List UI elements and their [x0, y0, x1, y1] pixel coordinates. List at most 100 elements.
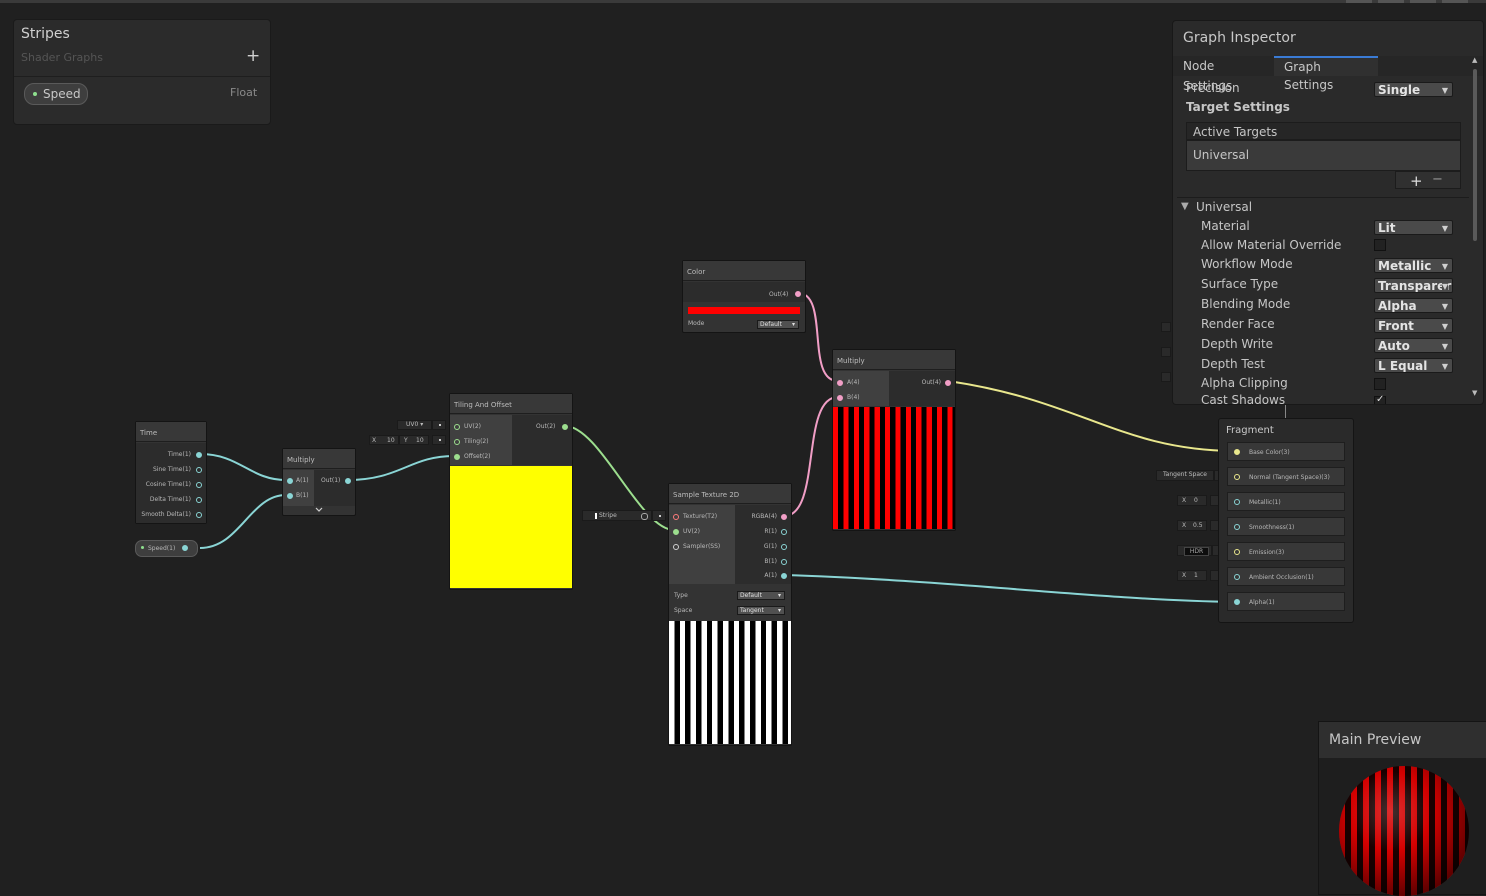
- remove-target-button[interactable]: −: [1432, 172, 1443, 187]
- add-target-button[interactable]: +: [1410, 172, 1423, 190]
- fragment-block[interactable]: Fragment Base Color(3) Normal (Tangent S…: [1218, 418, 1354, 623]
- output-port[interactable]: [795, 291, 801, 297]
- uv-channel-dropdown[interactable]: UV0 ▾: [397, 420, 432, 430]
- texture-object-field[interactable]: Stripe: [582, 510, 652, 521]
- sample-texture-2d-node[interactable]: Sample Texture 2D Texture(T2) UV(2) Samp…: [668, 483, 792, 746]
- tiling-x-field[interactable]: X 10: [369, 435, 399, 445]
- fragment-slot-alpha[interactable]: Alpha(1): [1227, 592, 1345, 611]
- input-port[interactable]: [287, 493, 293, 499]
- input-port[interactable]: [837, 380, 843, 386]
- input-port[interactable]: [1234, 474, 1240, 480]
- material-dropdown[interactable]: Lit ▼: [1374, 220, 1453, 235]
- normal-space-field[interactable]: Tangent Space: [1156, 470, 1214, 481]
- input-port[interactable]: [673, 514, 679, 520]
- output-port[interactable]: [182, 545, 188, 551]
- output-port[interactable]: [196, 467, 202, 473]
- scroll-down-icon[interactable]: ▼: [1472, 389, 1477, 397]
- ambient-occlusion-field[interactable]: X1: [1177, 570, 1207, 581]
- port-label: Cosine Time(1): [145, 481, 191, 488]
- chevron-down-icon[interactable]: [315, 507, 323, 513]
- input-port[interactable]: [1234, 599, 1240, 605]
- inspector-scrollbar[interactable]: ▲ ▼: [1471, 56, 1479, 399]
- input-port[interactable]: [1234, 574, 1240, 580]
- scrollbar-thumb[interactable]: [1473, 69, 1477, 241]
- dropdown-value: Lit: [1378, 221, 1396, 235]
- input-port[interactable]: [454, 424, 460, 430]
- input-port[interactable]: [287, 478, 293, 484]
- surface-type-dropdown[interactable]: Transparer ▼: [1374, 278, 1453, 293]
- allow-material-override-checkbox[interactable]: [1374, 239, 1386, 251]
- input-port[interactable]: [454, 439, 460, 445]
- hdr-color-swatch[interactable]: HDR: [1184, 547, 1209, 556]
- output-port[interactable]: [196, 482, 202, 488]
- fragment-slot-metallic[interactable]: Metallic(1): [1227, 492, 1345, 511]
- input-port[interactable]: [1234, 549, 1240, 555]
- target-settings-heading: Target Settings: [1186, 100, 1290, 114]
- input-port[interactable]: [1234, 524, 1240, 530]
- universal-section-label[interactable]: Universal: [1196, 200, 1252, 214]
- input-port[interactable]: [837, 395, 843, 401]
- depth-write-dropdown[interactable]: Auto ▼: [1374, 338, 1453, 353]
- mode-dropdown[interactable]: Default ▾: [757, 320, 799, 329]
- output-port[interactable]: [781, 514, 787, 520]
- space-dropdown[interactable]: Tangent ▾: [737, 606, 785, 615]
- output-port[interactable]: [945, 380, 951, 386]
- input-column: [283, 470, 314, 506]
- speed-property-node[interactable]: Speed(1): [135, 540, 198, 557]
- active-target-item[interactable]: Universal: [1186, 140, 1461, 171]
- property-name: Speed: [43, 87, 81, 101]
- fragment-slot-ambient-occlusion[interactable]: Ambient Occlusion(1): [1227, 567, 1345, 586]
- render-face-dropdown[interactable]: Front ▼: [1374, 318, 1453, 333]
- input-port[interactable]: [1234, 499, 1240, 505]
- workflow-mode-dropdown[interactable]: Metallic ▼: [1374, 258, 1453, 273]
- alpha-clipping-checkbox[interactable]: [1374, 378, 1386, 390]
- output-port[interactable]: [196, 512, 202, 518]
- output-port[interactable]: [196, 497, 202, 503]
- object-picker-icon[interactable]: [641, 513, 648, 520]
- input-port[interactable]: [454, 454, 460, 460]
- color-swatch[interactable]: [688, 307, 800, 314]
- fragment-slot-smoothness[interactable]: Smoothness(1): [1227, 517, 1345, 536]
- property-type: Float: [230, 86, 258, 99]
- output-port[interactable]: [562, 424, 568, 430]
- output-port[interactable]: [781, 559, 787, 565]
- input-port[interactable]: [673, 529, 679, 535]
- input-port[interactable]: [1234, 449, 1240, 455]
- scroll-up-icon[interactable]: ▲: [1472, 56, 1477, 64]
- output-port[interactable]: [781, 529, 787, 535]
- output-port[interactable]: [781, 544, 787, 550]
- output-port[interactable]: [781, 573, 787, 579]
- input-port[interactable]: [673, 544, 679, 550]
- exposed-dot-icon: [33, 92, 37, 96]
- main-preview-panel[interactable]: Main Preview: [1318, 721, 1486, 896]
- dropdown-value: Alpha: [1378, 299, 1417, 313]
- fragment-slot-emission[interactable]: Emission(3): [1227, 542, 1345, 561]
- tab-graph-settings[interactable]: Graph Settings: [1274, 56, 1378, 92]
- fragment-slot-normal[interactable]: Normal (Tangent Space)(3): [1227, 467, 1345, 486]
- precision-dropdown[interactable]: Single ▼: [1374, 82, 1453, 97]
- tab-node-settings[interactable]: Node Settings: [1173, 56, 1273, 93]
- depth-test-dropdown[interactable]: L Equal ▼: [1374, 358, 1453, 373]
- time-node[interactable]: Time Time(1) Sine Time(1) Cosine Time(1)…: [135, 421, 207, 524]
- foldout-arrow-icon[interactable]: ▼: [1181, 201, 1189, 212]
- metallic-field[interactable]: X0: [1177, 495, 1207, 506]
- emission-field[interactable]: HDR: [1177, 545, 1212, 556]
- port-label: G(1): [763, 543, 777, 550]
- node-preview-image: [669, 621, 791, 744]
- property-pill-speed[interactable]: Speed: [24, 83, 88, 105]
- tiling-and-offset-node[interactable]: Tiling And Offset UV(2) Tiling(2) Offset…: [449, 393, 573, 590]
- output-port[interactable]: [345, 478, 351, 484]
- color-node[interactable]: Color Out(4) Mode Default ▾: [682, 260, 806, 333]
- slot-label: Base Color(3): [1249, 449, 1290, 456]
- cast-shadows-checkbox[interactable]: ✓: [1374, 394, 1386, 404]
- type-dropdown[interactable]: Default ▾: [737, 591, 785, 600]
- smoothness-field[interactable]: X 0.5: [1177, 520, 1207, 531]
- output-port[interactable]: [196, 452, 202, 458]
- tiling-y-field[interactable]: Y 10: [399, 435, 429, 445]
- add-property-button[interactable]: +: [246, 46, 260, 66]
- multiply-node[interactable]: Multiply A(1) B(1) Out(1): [282, 448, 356, 516]
- fragment-slot-base-color[interactable]: Base Color(3): [1227, 442, 1345, 461]
- blending-mode-dropdown[interactable]: Alpha ▼: [1374, 298, 1453, 313]
- multiply-node[interactable]: Multiply A(4) B(4) Out(4): [832, 349, 956, 531]
- preview-sphere[interactable]: [1339, 766, 1469, 896]
